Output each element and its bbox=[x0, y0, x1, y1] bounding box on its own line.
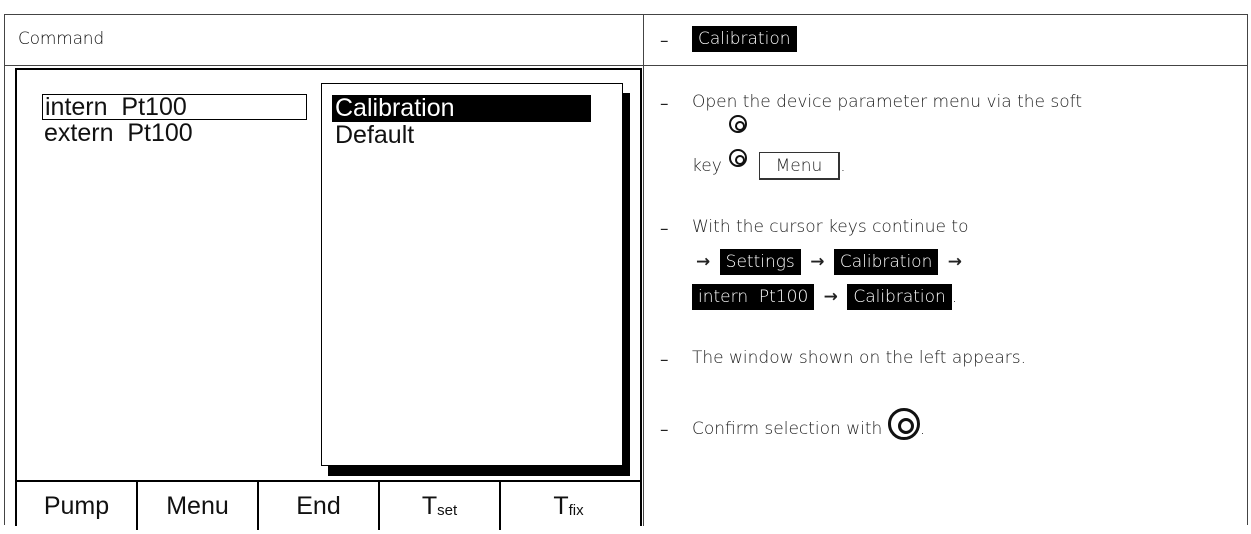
popup-item-calibration[interactable]: Calibration bbox=[332, 95, 591, 122]
step2-path-line2: intern Pt100 → Calibration. bbox=[692, 284, 957, 310]
step4-line: Confirm selection with . bbox=[692, 408, 925, 440]
device-screen: intern Pt100 extern Pt100 Calibration De… bbox=[15, 68, 642, 530]
sensor-item-intern[interactable]: intern Pt100 bbox=[42, 94, 307, 120]
bullet-dash: – bbox=[660, 350, 669, 370]
path-settings: Settings bbox=[719, 249, 801, 275]
step1-line2: key Menu. bbox=[692, 115, 846, 180]
bullet-dash: – bbox=[660, 219, 669, 239]
column-divider bbox=[643, 14, 644, 526]
title-highlight: Calibration bbox=[692, 26, 797, 52]
softkey-menu[interactable]: Menu bbox=[138, 482, 259, 530]
path-calibration-final: Calibration bbox=[847, 284, 952, 310]
popup-item-default[interactable]: Default bbox=[332, 122, 417, 149]
step2-text: With the cursor keys continue to bbox=[692, 217, 969, 237]
softkey-tset[interactable]: Tset bbox=[380, 482, 501, 530]
bullet-dash: – bbox=[660, 31, 669, 51]
softkey-bar: Pump Menu End Tset Tfix bbox=[17, 480, 640, 530]
calibration-popup: Calibration Default bbox=[321, 83, 623, 466]
table-divider bbox=[4, 65, 1248, 66]
step3-text: The window shown on the left appears. bbox=[692, 348, 1026, 368]
command-header: Command bbox=[18, 29, 104, 49]
softkey-end[interactable]: End bbox=[259, 482, 380, 530]
path-calibration: Calibration bbox=[833, 249, 939, 275]
step1-text: Open the device parameter menu via the s… bbox=[692, 92, 1082, 112]
rotary-knob-icon bbox=[729, 149, 748, 167]
menu-softkey-label: Menu bbox=[758, 152, 841, 180]
softkey-tfix[interactable]: Tfix bbox=[501, 482, 636, 530]
softkey-pump[interactable]: Pump bbox=[17, 482, 138, 530]
rotary-knob-icon bbox=[887, 408, 920, 440]
bullet-dash: – bbox=[660, 94, 669, 114]
path-intern-pt100: intern Pt100 bbox=[692, 284, 815, 310]
step2-path-line1: → Settings → Calibration → bbox=[692, 249, 966, 275]
sensor-list: intern Pt100 extern Pt100 bbox=[42, 94, 307, 146]
bullet-dash: – bbox=[660, 420, 669, 440]
sensor-item-extern[interactable]: extern Pt100 bbox=[42, 120, 307, 146]
